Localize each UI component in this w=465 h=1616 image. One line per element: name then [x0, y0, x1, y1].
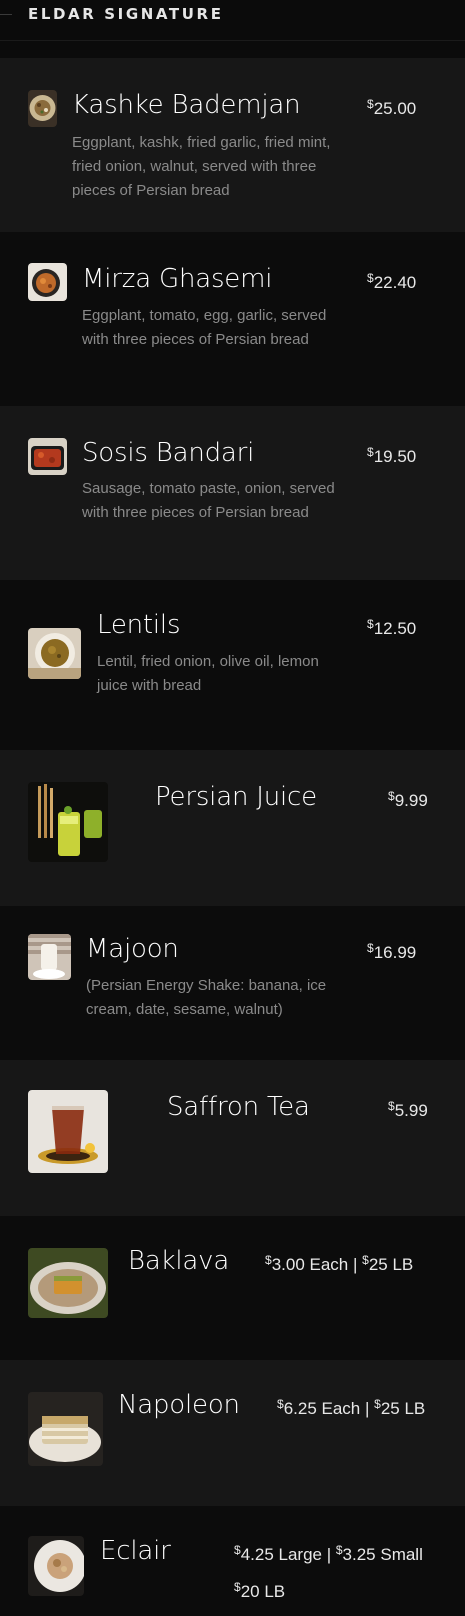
- baklava-photo: [28, 1248, 108, 1318]
- item-description: Lentil, fried onion, olive oil, lemon ju…: [97, 653, 319, 694]
- currency-symbol: $: [388, 789, 395, 803]
- kashke-bademjan-photo: [28, 90, 57, 127]
- item-price: $3.00 Each | $25 LB: [265, 1244, 413, 1281]
- menu-item-saffron-tea[interactable]: Saffron Tea $5.99: [0, 1060, 465, 1216]
- lentils-photo: [28, 628, 81, 679]
- item-name: Sosis Bandari: [82, 438, 255, 468]
- item-name: Majoon: [86, 934, 179, 964]
- mirza-ghasemi-photo: [28, 263, 67, 301]
- currency-symbol: $: [367, 445, 374, 459]
- item-name: Lentils: [97, 610, 181, 640]
- price-amount-per-lb: 25 LB: [368, 1255, 414, 1274]
- item-price: $4.25 Large | $3.25 Small $20 LB: [234, 1534, 434, 1608]
- menu-item-sosis-bandari[interactable]: Sosis Bandari Sausage, tomato paste, oni…: [0, 406, 465, 580]
- persian-juice-photo: [28, 782, 108, 862]
- eclair-photo: [28, 1536, 84, 1596]
- currency-symbol: $: [388, 1099, 395, 1113]
- section-divider: [0, 40, 465, 41]
- currency-symbol: $: [367, 941, 374, 955]
- item-name: Mirza Ghasemi: [82, 264, 273, 294]
- item-price: $5.99: [388, 1090, 428, 1127]
- item-description: Eggplant, kashk, fried garlic, fried min…: [72, 134, 331, 199]
- item-description: Eggplant, tomato, egg, garlic, served wi…: [82, 307, 327, 348]
- majoon-photo: [28, 934, 71, 980]
- item-name: Baklava: [128, 1246, 230, 1276]
- item-price: $19.50: [367, 436, 416, 473]
- currency-symbol: $: [367, 617, 374, 631]
- menu-item-napoleon[interactable]: Napoleon $6.25 Each | $25 LB: [0, 1360, 465, 1506]
- currency-symbol: $: [277, 1397, 284, 1411]
- item-name: Persian Juice: [155, 782, 317, 812]
- currency-symbol: $: [367, 97, 374, 111]
- section-title: ELDAR SIGNATURE: [28, 5, 224, 23]
- item-name: Napoleon: [118, 1390, 240, 1420]
- menu-item-kashke-bademjan[interactable]: Kashke Bademjan Eggplant, kashk, fried g…: [0, 58, 465, 232]
- menu-item-eclair[interactable]: Eclair $4.25 Large | $3.25 Small $20 LB: [0, 1506, 465, 1616]
- price-amount: 4.25 Large |: [240, 1545, 332, 1564]
- price-amount: 12.50: [373, 619, 417, 638]
- price-amount: 9.99: [394, 791, 428, 810]
- item-name: Kashke Bademjan: [72, 90, 301, 120]
- price-amount-per-lb: 25 LB: [380, 1399, 426, 1418]
- section-header: ELDAR SIGNATURE: [0, 0, 465, 58]
- menu-item-mirza-ghasemi[interactable]: Mirza Ghasemi Eggplant, tomato, egg, gar…: [0, 232, 465, 406]
- price-amount: 6.25 Each |: [283, 1399, 370, 1418]
- currency-symbol: $: [335, 1543, 343, 1557]
- price-amount: 25.00: [373, 99, 417, 118]
- item-price: $22.40: [367, 262, 416, 299]
- item-price: $25.00: [367, 88, 416, 125]
- currency-symbol: $: [265, 1253, 272, 1267]
- section-rule: [0, 14, 12, 15]
- menu-item-persian-juice[interactable]: Persian Juice $9.99: [0, 750, 465, 906]
- item-description: Sausage, tomato paste, onion, served wit…: [82, 480, 335, 521]
- menu-item-lentils[interactable]: Lentils Lentil, fried onion, olive oil, …: [0, 580, 465, 750]
- item-name: Eclair: [100, 1536, 171, 1566]
- currency-symbol: $: [362, 1253, 369, 1267]
- item-price: $9.99: [388, 780, 428, 817]
- item-description: (Persian Energy Shake: banana, ice cream…: [86, 977, 327, 1018]
- napoleon-photo: [28, 1392, 103, 1466]
- price-amount: 19.50: [373, 447, 417, 466]
- currency-symbol: $: [234, 1543, 241, 1557]
- price-amount-small: 3.25 Small: [342, 1545, 423, 1564]
- item-name: Saffron Tea: [167, 1092, 310, 1122]
- saffron-tea-photo: [28, 1090, 108, 1173]
- price-amount: 22.40: [373, 273, 417, 292]
- menu-item-majoon[interactable]: Majoon (Persian Energy Shake: banana, ic…: [0, 906, 465, 1060]
- price-amount: 16.99: [373, 943, 417, 962]
- currency-symbol: $: [234, 1580, 241, 1594]
- currency-symbol: $: [367, 271, 374, 285]
- menu-item-baklava[interactable]: Baklava $3.00 Each | $25 LB: [0, 1216, 465, 1360]
- item-price: $16.99: [367, 932, 416, 969]
- item-price: $6.25 Each | $25 LB: [277, 1388, 437, 1425]
- price-amount: 3.00 Each |: [271, 1255, 358, 1274]
- price-amount: 5.99: [394, 1101, 428, 1120]
- item-price: $12.50: [367, 608, 416, 645]
- currency-symbol: $: [374, 1397, 381, 1411]
- price-amount-per-lb: 20 LB: [240, 1582, 286, 1601]
- sosis-bandari-photo: [28, 438, 67, 475]
